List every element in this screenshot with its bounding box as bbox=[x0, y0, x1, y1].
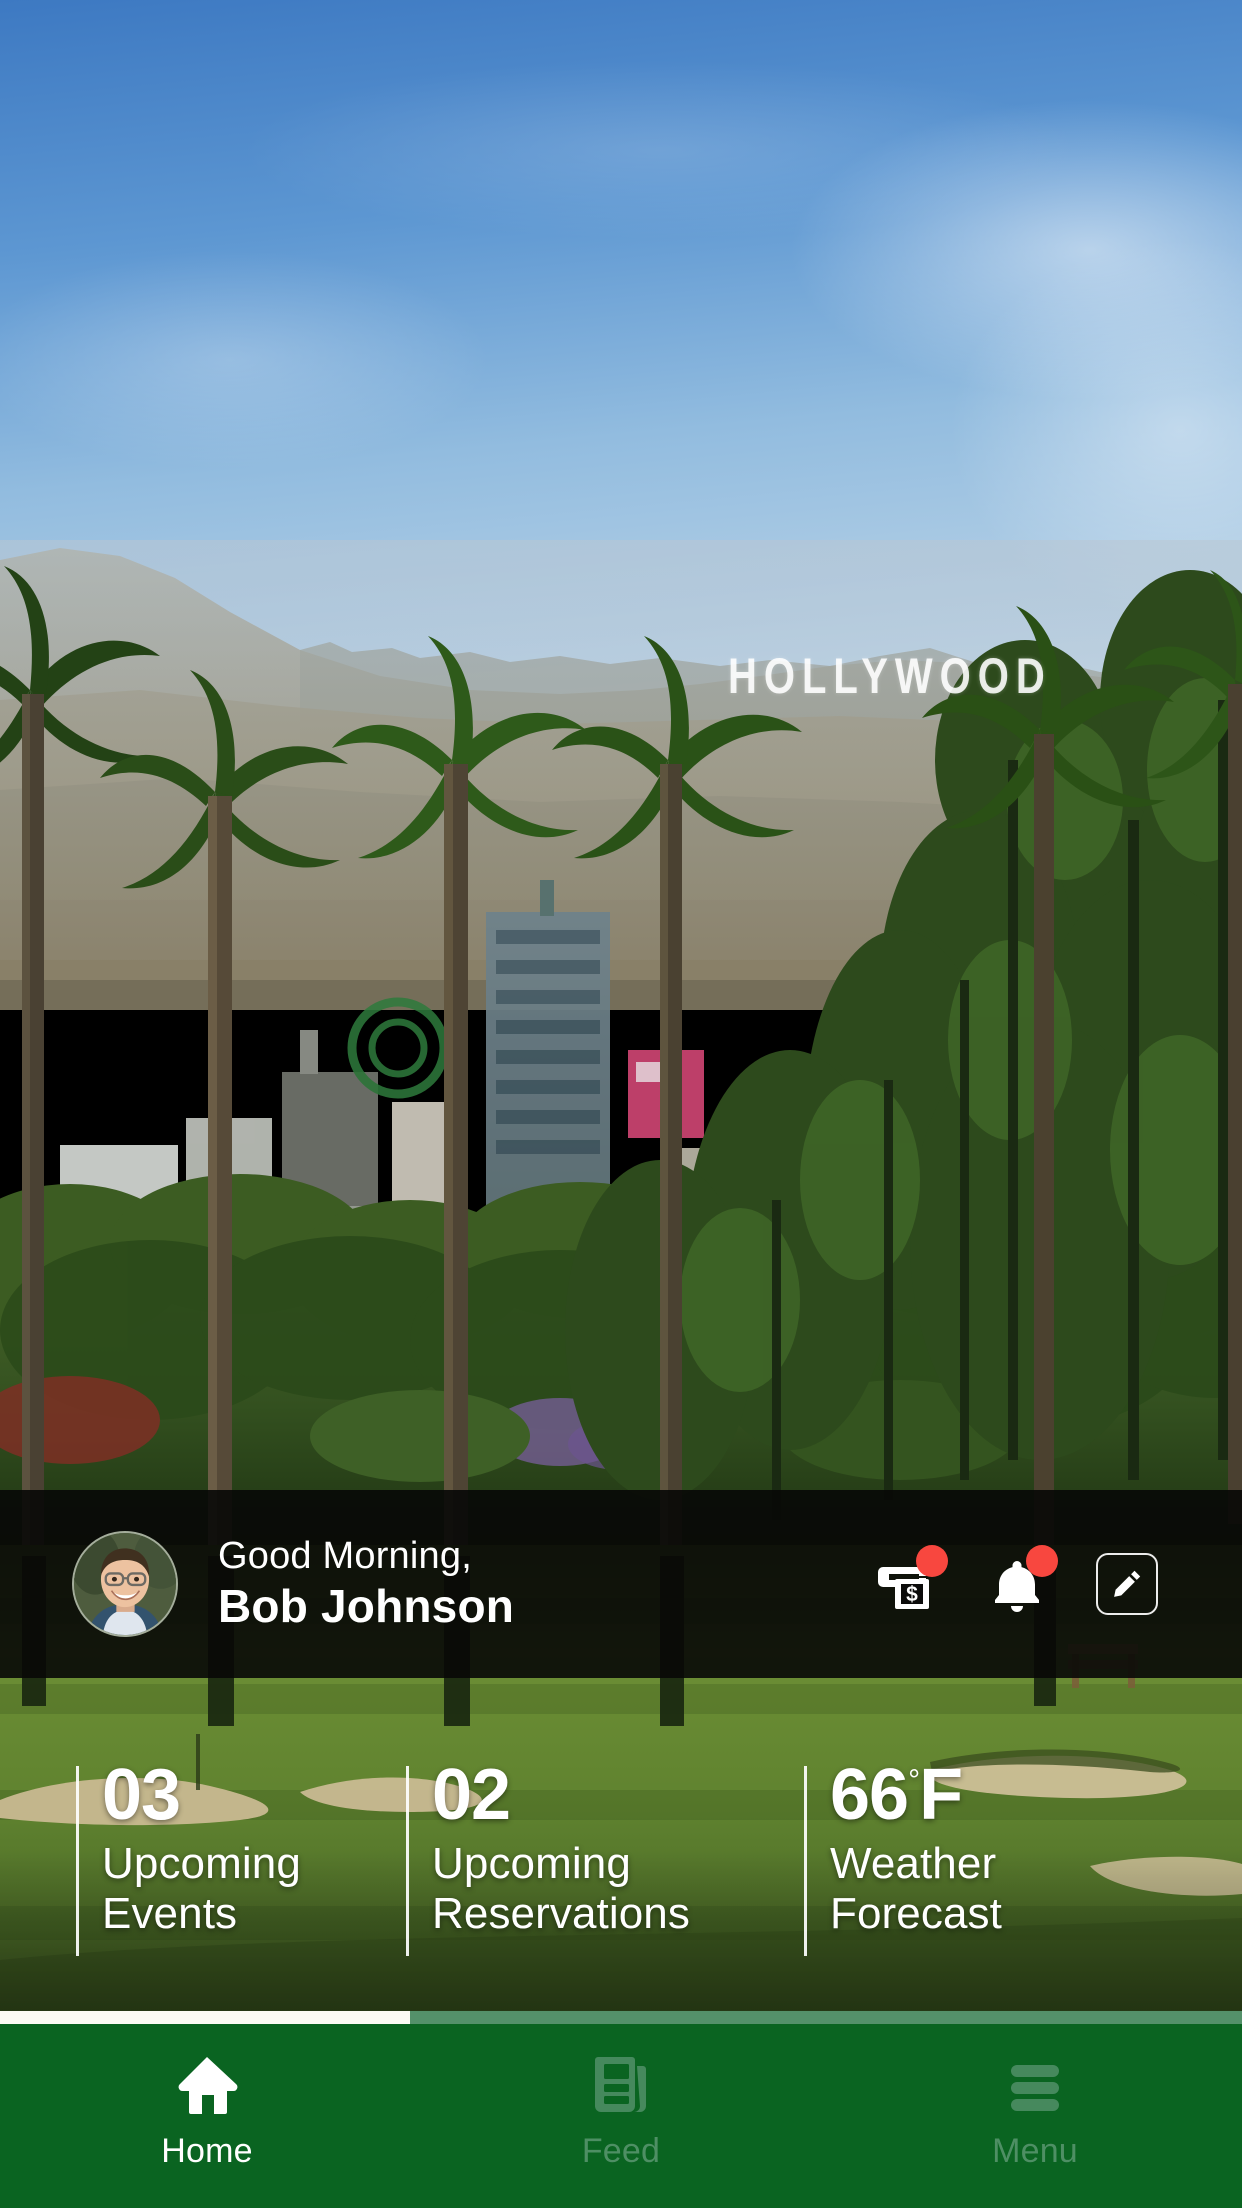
nav-label-menu: Menu bbox=[992, 2132, 1078, 2170]
nav-label-home: Home bbox=[161, 2132, 253, 2170]
svg-text:$: $ bbox=[906, 1583, 918, 1606]
page-progress-track[interactable] bbox=[0, 2011, 1242, 2024]
stat-label: Weather Forecast bbox=[830, 1838, 1002, 1938]
stat-upcoming-reservations[interactable]: 02 Upcoming Reservations bbox=[406, 1759, 760, 1960]
stat-number: 66 bbox=[830, 1755, 909, 1835]
stat-label: Upcoming Events bbox=[102, 1838, 301, 1938]
greeting-bar: Good Morning, Bob Johnson $ bbox=[0, 1490, 1242, 1678]
home-icon bbox=[174, 2052, 240, 2118]
stat-number: 03 bbox=[102, 1755, 181, 1835]
stat-weather-forecast[interactable]: 66°F Weather Forecast bbox=[804, 1759, 1134, 1960]
mobile-app-home-screen: HOLLYWOOD Good Morning, Bob Johnson $ 03… bbox=[0, 0, 1242, 2208]
avatar[interactable] bbox=[72, 1531, 178, 1637]
notifications-badge bbox=[1026, 1545, 1058, 1577]
stat-label: Upcoming Reservations bbox=[432, 1838, 690, 1938]
greeting-salutation: Good Morning, bbox=[218, 1535, 472, 1578]
stat-value: 66°F bbox=[830, 1759, 1134, 1831]
hamburger-icon bbox=[1002, 2052, 1068, 2118]
notifications-button[interactable] bbox=[986, 1545, 1058, 1615]
nav-label-feed: Feed bbox=[581, 2132, 661, 2170]
stat-value: 03 bbox=[102, 1759, 362, 1831]
compose-icon bbox=[1114, 1570, 1141, 1597]
greeting-user-name: Bob Johnson bbox=[218, 1580, 515, 1633]
stat-number: 02 bbox=[432, 1755, 511, 1835]
quick-stats-row: 03 Upcoming Events 02 Upcoming Reservati… bbox=[0, 1759, 1242, 2000]
newspaper-icon bbox=[588, 2052, 654, 2118]
greeting-action-icons: $ bbox=[876, 1545, 1158, 1615]
hollywood-sign-label: HOLLYWOOD bbox=[728, 649, 1052, 705]
nav-item-feed[interactable]: Feed bbox=[414, 2024, 828, 2208]
compose-button[interactable] bbox=[1096, 1553, 1158, 1615]
billing-badge bbox=[916, 1545, 948, 1577]
page-progress-fill bbox=[0, 2011, 410, 2024]
stat-upcoming-events[interactable]: 03 Upcoming Events bbox=[76, 1759, 362, 1960]
bottom-navigation-bar: Home Feed Menu bbox=[0, 2024, 1242, 2208]
nav-item-home[interactable]: Home bbox=[0, 2024, 414, 2208]
temperature-unit: F bbox=[919, 1755, 963, 1835]
greeting-text-block: Good Morning, Bob Johnson bbox=[218, 1534, 876, 1633]
degree-symbol: ° bbox=[908, 1764, 920, 1797]
billing-button[interactable]: $ bbox=[876, 1545, 948, 1615]
nav-item-menu[interactable]: Menu bbox=[828, 2024, 1242, 2208]
stat-value: 02 bbox=[432, 1759, 760, 1831]
